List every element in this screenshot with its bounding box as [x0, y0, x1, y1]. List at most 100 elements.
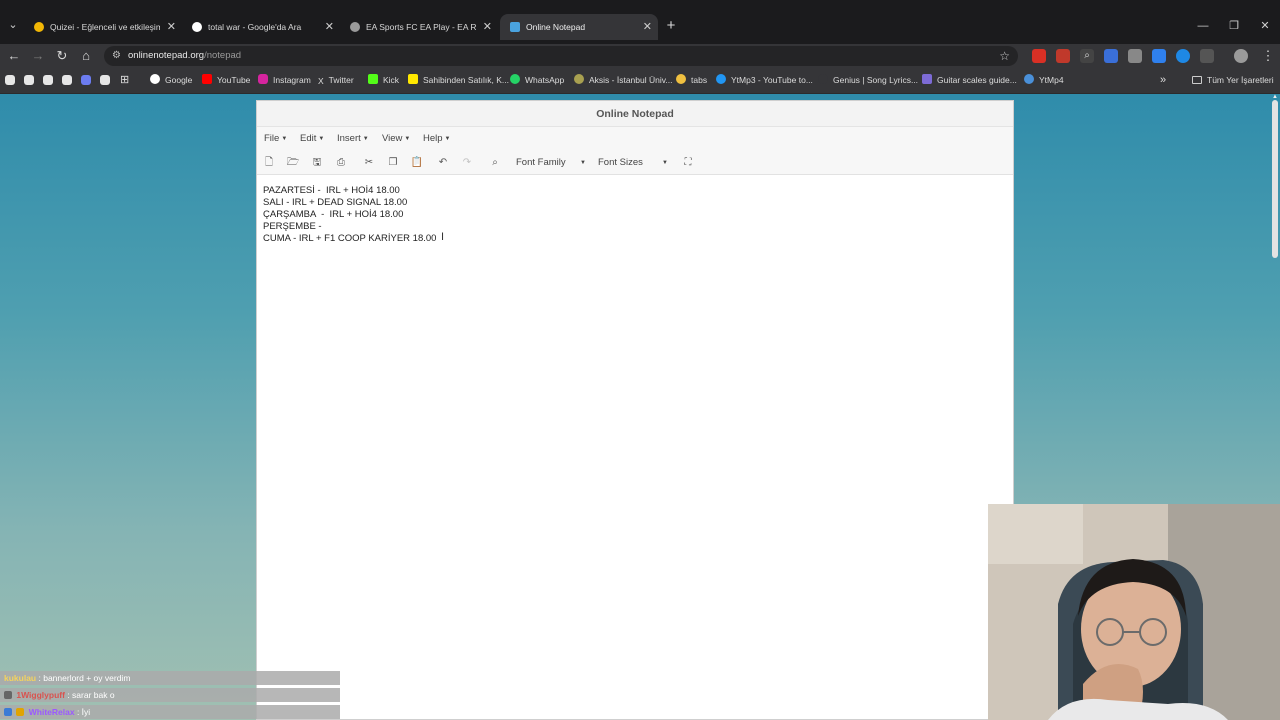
bookmark-label: Genius | Song Lyrics...	[833, 75, 919, 85]
bookmark-whatsapp[interactable]: WhatsApp	[510, 68, 564, 92]
address-bar[interactable]: ⚙ onlinenotepad.org/notepad ☆	[104, 46, 1018, 66]
bookmark-app-1-icon[interactable]	[5, 75, 15, 85]
editor-line: PAZARTESİ - IRL + HOİ4 18.00	[263, 185, 400, 196]
more-bookmarks-button[interactable]: »	[1160, 68, 1166, 92]
bookmark-twitter[interactable]: X Twitter	[318, 68, 354, 92]
caret-down-icon: ▼	[580, 160, 586, 166]
bookmark-app-3-icon[interactable]	[43, 75, 53, 85]
notepad-editor[interactable]: PAZARTESİ - IRL + HOİ4 18.00 SALI - IRL …	[263, 185, 1003, 705]
back-button[interactable]: ←	[4, 47, 24, 65]
google-favicon-icon	[192, 22, 202, 32]
caret-down-icon: ▼	[362, 136, 369, 142]
shield-extension-icon[interactable]	[1128, 49, 1142, 63]
save-icon[interactable]: 🖫	[309, 155, 325, 171]
bookmark-guitar-scales[interactable]: Guitar scales guide...	[922, 68, 1017, 92]
kick-icon	[368, 74, 378, 84]
ytmp4-icon	[1024, 74, 1034, 84]
extensions-puzzle-icon[interactable]	[1200, 49, 1214, 63]
bookmark-app-4-icon[interactable]	[62, 75, 72, 85]
paste-icon[interactable]: 📋	[409, 155, 425, 171]
redo-icon[interactable]: ↷	[459, 155, 475, 171]
url-host: onlinenotepad.org	[128, 50, 205, 61]
bookmark-genius[interactable]: Genius | Song Lyrics...	[818, 68, 918, 92]
chat-username: kukulau	[4, 673, 37, 683]
bookmark-aksis[interactable]: Aksis - İstanbul Üniv...	[574, 68, 672, 92]
tab-quizei[interactable]: Quizei - Eğlenceli ve etkileşimli ✕	[24, 14, 182, 40]
url-path: /notepad	[204, 50, 242, 61]
font-sizes-dropdown[interactable]: Font Sizes ▼	[598, 151, 668, 175]
bookmark-youtube[interactable]: YouTube	[202, 68, 250, 92]
bookmark-label: WhatsApp	[525, 75, 565, 85]
bookmark-ytmp3[interactable]: YtMp3 - YouTube to...	[716, 68, 813, 92]
bookmark-ytmp4[interactable]: YtMp4	[1024, 68, 1064, 92]
open-file-icon[interactable]: 🗁	[285, 155, 301, 171]
close-tab-icon[interactable]: ✕	[483, 14, 492, 40]
bookmark-google[interactable]: Google	[150, 68, 192, 92]
extension-icon-5[interactable]	[1176, 49, 1190, 63]
bookmark-instagram[interactable]: Instagram	[258, 68, 311, 92]
bookmark-label: Guitar scales guide...	[937, 75, 1017, 85]
notepad-toolbar: 🗋 🗁 🖫 ⎙ ✂ ❐ 📋 ↶ ↷ ⌕ Font Family ▼ Font Si…	[257, 151, 1013, 175]
bookmark-label: Sahibinden Satılık, K...	[423, 75, 509, 85]
chat-username: WhiteRelax	[28, 707, 75, 717]
tab-search-chevron-icon[interactable]: ⌄	[4, 16, 22, 34]
bookmark-tabs[interactable]: tabs	[676, 68, 707, 92]
chat-text: : İyi	[76, 707, 91, 717]
menu-insert[interactable]: Insert ▼	[337, 127, 369, 151]
cut-icon[interactable]: ✂	[361, 155, 377, 171]
forward-button[interactable]: →	[28, 47, 48, 65]
undo-icon[interactable]: ↶	[435, 155, 451, 171]
google-icon	[150, 74, 160, 84]
copy-icon[interactable]: ❐	[385, 155, 401, 171]
home-button[interactable]: ⌂	[76, 47, 96, 65]
close-tab-icon[interactable]: ✕	[643, 14, 652, 40]
menu-label: Insert	[337, 133, 361, 144]
profile-avatar-icon[interactable]	[1234, 49, 1248, 63]
close-tab-icon[interactable]: ✕	[167, 14, 176, 40]
fullscreen-icon[interactable]: ⛶	[680, 155, 696, 171]
reload-button[interactable]: ↻	[52, 47, 72, 65]
address-url[interactable]: onlinenotepad.org/notepad	[128, 46, 241, 66]
bookmark-label: Tüm Yer İşaretleri	[1207, 75, 1274, 85]
print-icon[interactable]: ⎙	[333, 155, 349, 171]
restore-button[interactable]: ❐	[1219, 16, 1249, 36]
site-info-icon[interactable]: ⚙	[112, 48, 126, 64]
bookmark-app-6-icon[interactable]	[100, 75, 110, 85]
find-binoculars-icon[interactable]: ⌕	[487, 155, 503, 171]
menu-view[interactable]: View ▼	[382, 127, 410, 151]
new-tab-button[interactable]: +	[662, 16, 680, 36]
chat-badge-icon	[4, 691, 12, 699]
extension-icon-1[interactable]	[1032, 49, 1046, 63]
bookmark-label: YouTube	[217, 75, 251, 85]
bookmark-sahibinden[interactable]: Sahibinden Satılık, K...	[408, 68, 509, 92]
close-window-button[interactable]: ✕	[1250, 16, 1280, 36]
menu-file[interactable]: File ▼	[264, 127, 287, 151]
guitar-scales-icon	[922, 74, 932, 84]
extension-icon-3[interactable]	[1104, 49, 1118, 63]
new-file-icon[interactable]: 🗋	[261, 155, 277, 171]
bookmark-kick[interactable]: Kick	[368, 68, 399, 92]
tab-ea-sports[interactable]: EA Sports FC EA Play - EA Resm ✕	[340, 14, 498, 40]
menu-help[interactable]: Help ▼	[423, 127, 451, 151]
menu-label: Help	[423, 133, 443, 144]
minimize-button[interactable]: —	[1188, 16, 1218, 36]
bookmark-label: Google	[165, 75, 193, 85]
font-family-dropdown[interactable]: Font Family ▼	[516, 151, 586, 175]
extension-icon-4[interactable]	[1152, 49, 1166, 63]
bookmark-app-5-icon[interactable]	[81, 75, 91, 85]
close-tab-icon[interactable]: ✕	[325, 14, 334, 40]
tab-online-notepad[interactable]: Online Notepad ✕	[500, 14, 658, 40]
bookmark-star-icon[interactable]: ☆	[999, 46, 1010, 66]
caret-down-icon: ▼	[318, 136, 325, 142]
page-scrollbar[interactable]	[1272, 100, 1278, 258]
tab-total-war[interactable]: total war - Google'da Ara ✕	[182, 14, 340, 40]
editor-line: SALI - IRL + DEAD SIGNAL 18.00	[263, 197, 408, 208]
all-bookmarks-folder[interactable]: Tüm Yer İşaretleri	[1192, 68, 1274, 92]
apps-grid-icon[interactable]: ⊞	[120, 74, 132, 86]
search-extension-icon[interactable]: ⌕	[1080, 49, 1094, 63]
ea-favicon-icon	[350, 22, 360, 32]
menu-kebab-icon[interactable]: ⋮	[1258, 47, 1278, 65]
bookmark-app-2-icon[interactable]	[24, 75, 34, 85]
menu-edit[interactable]: Edit ▼	[300, 127, 324, 151]
extension-icon-2[interactable]	[1056, 49, 1070, 63]
